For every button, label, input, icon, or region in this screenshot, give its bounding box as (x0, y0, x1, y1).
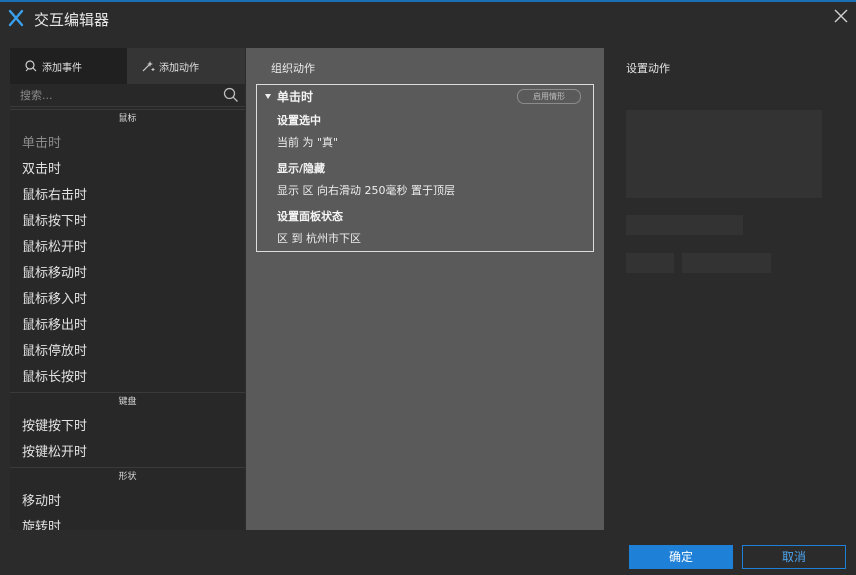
action-title-set-selected[interactable]: 设置选中 (277, 112, 321, 128)
category-mouse-label: 鼠标 (118, 114, 137, 124)
category-keyboard: 键盘 (10, 392, 245, 407)
event-item-mouse-down[interactable]: 鼠标按下时 (22, 210, 87, 229)
ok-button[interactable]: 确定 (629, 545, 733, 569)
event-item-mouse-hover[interactable]: 鼠标停放时 (22, 340, 87, 359)
action-desc-set-panel-state[interactable]: 区 到 杭州市下区 (277, 230, 361, 246)
window-title: 交互编辑器 (34, 11, 110, 29)
action-title-set-panel-state[interactable]: 设置面板状态 (277, 208, 343, 224)
placeholder-bar (626, 215, 743, 235)
event-item-mouse-leave[interactable]: 鼠标移出时 (22, 314, 87, 333)
event-item-right-click[interactable]: 鼠标右击时 (22, 184, 87, 203)
category-shape: 形状 (10, 467, 245, 482)
event-item-on-move[interactable]: 移动时 (22, 490, 61, 509)
action-desc-show-hide[interactable]: 显示 区 向右滑动 250毫秒 置于顶层 (277, 182, 455, 198)
title-bar: 交互编辑器 (0, 2, 856, 36)
tab-add-action-label: 添加动作 (159, 62, 199, 74)
placeholder-chip (626, 253, 674, 273)
search-bar (10, 84, 245, 107)
category-shape-label: 形状 (118, 472, 137, 482)
configure-action-title: 设置动作 (626, 62, 670, 75)
add-event-icon (25, 60, 37, 72)
case-event-label: 单击时 (277, 90, 314, 104)
event-item-click[interactable]: 单击时 (22, 132, 61, 151)
interaction-case[interactable]: 单击时 启用情形 设置选中 当前 为 "真" 显示/隐藏 显示 区 向右滑动 2… (256, 84, 594, 252)
configure-action-panel: 设置动作 (605, 48, 846, 530)
action-desc-set-selected[interactable]: 当前 为 "真" (277, 134, 338, 150)
add-action-icon (142, 61, 155, 72)
search-icon[interactable] (223, 87, 239, 103)
tab-add-event-label: 添加事件 (42, 62, 82, 74)
event-item-key-down[interactable]: 按键按下时 (22, 415, 87, 434)
tab-bar: 添加事件 添加动作 (10, 48, 245, 84)
event-list-panel: 添加事件 添加动作 鼠标 单击时 双击时 鼠标右击时 鼠标按下时 鼠标松开时 鼠… (10, 48, 245, 530)
event-item-key-up[interactable]: 按键松开时 (22, 441, 87, 460)
event-item-on-rotate[interactable]: 旋转时 (22, 516, 61, 530)
event-item-mouse-enter[interactable]: 鼠标移入时 (22, 288, 87, 307)
tab-add-action[interactable]: 添加动作 (127, 48, 245, 84)
close-icon[interactable] (834, 9, 848, 23)
placeholder-chip (682, 253, 771, 273)
event-item-long-press[interactable]: 鼠标长按时 (22, 366, 87, 385)
event-item-mouse-up[interactable]: 鼠标松开时 (22, 236, 87, 255)
axure-x-logo-icon (8, 9, 24, 27)
category-mouse: 鼠标 (10, 109, 245, 124)
tab-add-event[interactable]: 添加事件 (10, 48, 127, 84)
placeholder-block (626, 110, 822, 198)
collapse-triangle-icon[interactable] (265, 94, 271, 99)
category-keyboard-label: 键盘 (118, 397, 137, 407)
organize-actions-title: 组织动作 (271, 62, 315, 75)
event-item-double-click[interactable]: 双击时 (22, 158, 61, 177)
search-input[interactable] (20, 86, 215, 104)
organize-actions-panel: 组织动作 单击时 启用情形 设置选中 当前 为 "真" 显示/隐藏 显示 区 向… (246, 48, 604, 530)
cancel-button[interactable]: 取消 (742, 545, 846, 569)
enable-case-button[interactable]: 启用情形 (517, 89, 581, 104)
action-title-show-hide[interactable]: 显示/隐藏 (277, 160, 325, 176)
event-item-mouse-move[interactable]: 鼠标移动时 (22, 262, 87, 281)
case-header[interactable]: 单击时 (265, 88, 313, 105)
